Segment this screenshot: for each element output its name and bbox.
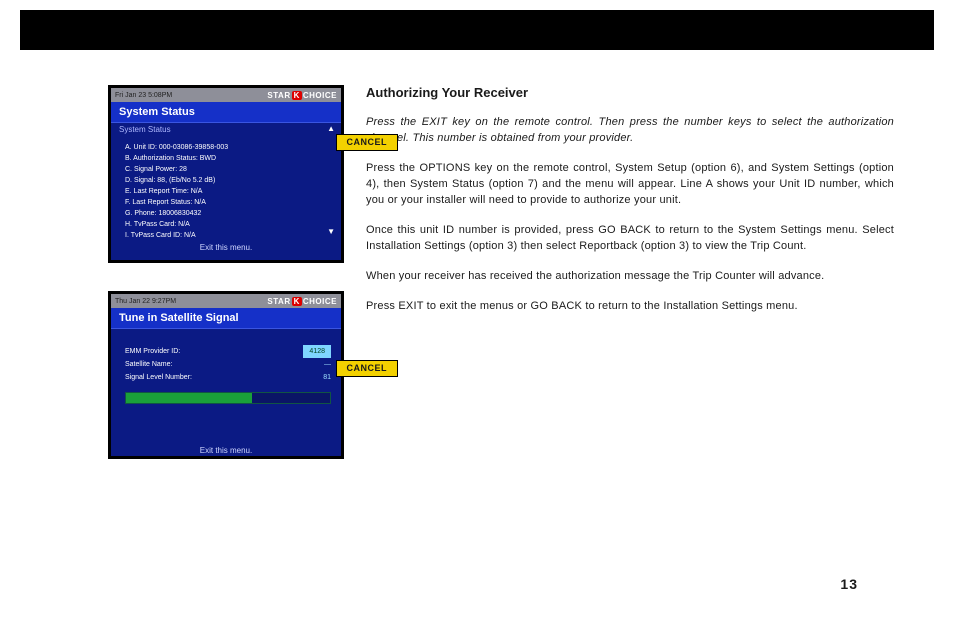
brand-text-left: STAR — [267, 297, 290, 306]
screenshot-tune-satellite: Thu Jan 22 9:27PM STAR K CHOICE Tune in … — [108, 291, 344, 459]
screenshot-body: EMM Provider ID: 4128 Satellite Name: — … — [111, 329, 341, 461]
scroll-up-icon: ▲ — [327, 124, 335, 133]
screenshot-titlebar: Fri Jan 23 5:08PM STAR K CHOICE — [111, 88, 341, 102]
brand-k-icon: K — [292, 297, 302, 306]
cancel-button[interactable]: CANCEL — [336, 360, 399, 377]
brand-text-left: STAR — [267, 91, 290, 100]
brand-text-right: CHOICE — [303, 297, 337, 306]
screenshot-title: System Status — [111, 102, 341, 123]
brand-text-right: CHOICE — [303, 91, 337, 100]
brand-logo: STAR K CHOICE — [267, 297, 337, 306]
text-column: Authorizing Your Receiver Press the EXIT… — [344, 85, 894, 487]
cancel-button[interactable]: CANCEL — [336, 134, 399, 151]
status-line: C. Signal Power: 28 — [125, 164, 331, 175]
screenshot-datetime: Thu Jan 22 9:27PM — [115, 298, 176, 305]
screenshot-titlebar: Thu Jan 22 9:27PM STAR K CHOICE — [111, 294, 341, 308]
status-line: A. Unit ID: 000-03086-39858-003 — [125, 142, 331, 153]
signal-row: Satellite Name: — — [125, 358, 331, 371]
body-paragraph: Press the EXIT key on the remote control… — [366, 114, 894, 146]
screenshot-subtitle: System Status — [111, 123, 341, 136]
body-paragraph: Press the OPTIONS key on the remote cont… — [366, 160, 894, 208]
brand-k-icon: K — [292, 91, 302, 100]
status-line: G. Phone: 18006830432 — [125, 208, 331, 219]
body-paragraph: Press EXIT to exit the menus or GO BACK … — [366, 298, 894, 314]
body-paragraph: When your receiver has received the auth… — [366, 268, 894, 284]
signal-label: Signal Level Number: — [125, 371, 192, 384]
screenshot-datetime: Fri Jan 23 5:08PM — [115, 92, 172, 99]
screenshot-title: Tune in Satellite Signal — [111, 308, 341, 329]
status-line: D. Signal: 88, (Eb/No 5.2 dB) — [125, 175, 331, 186]
signal-label: EMM Provider ID: — [125, 345, 180, 358]
exit-hint: Exit this menu. — [200, 446, 252, 455]
status-line: I. TvPass Card ID: N/A — [125, 230, 331, 241]
scroll-down-icon: ▼ — [327, 227, 335, 236]
signal-value: — — [324, 358, 331, 371]
screenshot-system-status: Fri Jan 23 5:08PM STAR K CHOICE System S… — [108, 85, 344, 263]
status-line: H. TvPass Card: N/A — [125, 219, 331, 230]
status-line: F. Last Report Status: N/A — [125, 197, 331, 208]
thumbnail-column: Fri Jan 23 5:08PM STAR K CHOICE System S… — [108, 85, 344, 487]
signal-value: 81 — [323, 371, 331, 384]
brand-logo: STAR K CHOICE — [267, 91, 337, 100]
status-line: E. Last Report Time: N/A — [125, 186, 331, 197]
body-paragraph: Once this unit ID number is provided, pr… — [366, 222, 894, 254]
signal-meter-fill — [126, 393, 252, 403]
signal-row: EMM Provider ID: 4128 — [125, 345, 331, 358]
signal-row: Signal Level Number: 81 — [125, 371, 331, 384]
page-number: 13 — [840, 576, 858, 592]
screenshot-body: A. Unit ID: 000-03086-39858-003 B. Autho… — [111, 136, 341, 258]
signal-label: Satellite Name: — [125, 358, 172, 371]
signal-value: 4128 — [303, 345, 331, 358]
exit-hint: Exit this menu. — [200, 243, 252, 252]
signal-meter — [125, 392, 331, 404]
content-row: Fri Jan 23 5:08PM STAR K CHOICE System S… — [108, 85, 894, 487]
status-line: B. Authorization Status: BWD — [125, 153, 331, 164]
section-heading: Authorizing Your Receiver — [366, 85, 894, 100]
header-black-bar — [20, 10, 934, 50]
